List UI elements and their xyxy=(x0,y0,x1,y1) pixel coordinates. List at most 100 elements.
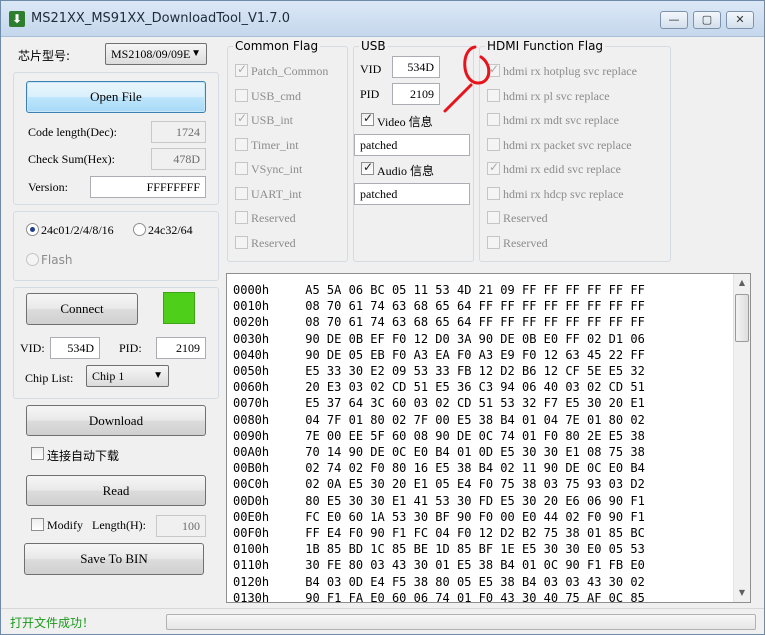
hex-row: 0000h A5 5A 06 BC 05 11 53 4D 21 09 FF F… xyxy=(233,283,645,297)
hex-row: 0100h 1B 85 BD 1C 85 BE 1D 85 BF 1E E5 3… xyxy=(233,542,645,557)
red-annotation-arrow xyxy=(443,45,491,113)
common-flag-label-5: UART_int xyxy=(251,186,302,201)
chip-model-select[interactable]: MS2108/09/09E ▼ xyxy=(105,43,207,65)
audio-info-label: Audio 信息 xyxy=(377,164,435,178)
hdmi-flag-label-4: hdmi rx edid svc replace xyxy=(503,162,621,176)
common-flag-label-0: Patch_Common xyxy=(251,64,329,78)
radio-24c32-label: 24c32/64 xyxy=(148,223,193,237)
checksum-field[interactable]: 478D xyxy=(151,148,206,170)
hex-row: 00E0h FC E0 60 1A 53 30 BF 90 F0 00 E0 4… xyxy=(233,509,645,524)
vertical-scrollbar[interactable]: ▲ ▼ xyxy=(733,274,750,602)
hdmi-flag-checkbox-7[interactable] xyxy=(487,235,500,249)
open-file-button[interactable]: Open File xyxy=(26,81,206,113)
chip-list-select[interactable]: Chip 1 ▼ xyxy=(86,365,169,387)
storage-type-group xyxy=(13,211,219,281)
hdmi-flag-checkbox-6[interactable] xyxy=(487,211,500,224)
video-info-checkbox[interactable] xyxy=(361,111,374,126)
vid-field[interactable]: 534D xyxy=(50,337,100,359)
version-field[interactable]: FFFFFFFF xyxy=(90,176,206,198)
common-flag-label-2: USB_int xyxy=(251,113,294,127)
hdmi-flag-label-0: hdmi rx hotplug svc replace xyxy=(503,64,637,78)
usb-title: USB xyxy=(359,39,388,53)
radio-flash-label: Flash xyxy=(41,253,73,267)
hex-row: 0130h 90 F1 FA E0 60 06 74 01 F0 43 30 4… xyxy=(233,590,645,603)
modify-label: Modify xyxy=(47,518,83,532)
version-label: Version: xyxy=(28,180,68,194)
usb-pid-label: PID xyxy=(360,87,380,101)
scroll-down-icon[interactable]: ▼ xyxy=(736,586,748,600)
hex-row: 00B0h 02 74 02 F0 80 16 E5 38 B4 02 11 9… xyxy=(233,461,645,476)
auto-download-label: 连接自动下载 xyxy=(47,449,120,463)
hdmi-flag-label-1: hdmi rx pl svc replace xyxy=(503,88,610,103)
hex-row: 0080h 04 7F 01 80 02 7F 00 E5 38 B4 01 0… xyxy=(233,412,645,427)
status-bar: 打开文件成功！ xyxy=(1,608,764,634)
auto-download-checkbox[interactable] xyxy=(31,447,44,460)
audio-info-checkbox[interactable] xyxy=(361,160,374,175)
save-to-bin-button[interactable]: Save To BIN xyxy=(24,543,204,575)
maximize-button[interactable]: ▢ xyxy=(693,11,721,29)
common-flag-title: Common Flag xyxy=(233,39,321,53)
hex-row: 0060h 20 E3 03 02 CD 51 E5 36 C3 94 06 4… xyxy=(233,380,645,395)
code-length-field[interactable]: 1724 xyxy=(151,121,206,143)
common-flag-label-1: USB_cmd xyxy=(251,88,302,103)
radio-24c32[interactable] xyxy=(133,223,146,236)
hdmi-flag-label-6: Reserved xyxy=(503,211,548,225)
pid-field[interactable]: 2109 xyxy=(156,337,206,359)
connect-button[interactable]: Connect xyxy=(26,293,138,325)
common-flag-checkbox-5[interactable] xyxy=(235,186,248,200)
common-flag-label-4: VSync_int xyxy=(251,162,303,176)
vid-label: VID: xyxy=(20,341,45,355)
hex-data-view[interactable]: 0000h A5 5A 06 BC 05 11 53 4D 21 09 FF F… xyxy=(226,273,751,603)
chevron-down-icon: ▼ xyxy=(153,370,163,381)
download-button[interactable]: Download xyxy=(26,405,206,436)
hex-row: 0010h 08 70 61 74 63 68 65 64 FF FF FF F… xyxy=(233,299,645,314)
hex-row: 0120h B4 03 0D E4 F5 38 80 05 E5 38 B4 0… xyxy=(233,574,645,589)
chip-model-label: 芯片型号: xyxy=(18,49,71,63)
common-flag-checkbox-4[interactable] xyxy=(235,162,248,175)
close-button[interactable]: ✕ xyxy=(726,11,754,29)
hex-row: 0070h E5 37 64 3C 60 03 02 CD 51 53 32 F… xyxy=(233,396,645,411)
hdmi-flag-label-2: hdmi rx mdt svc replace xyxy=(503,113,619,127)
hdmi-flag-checkbox-3[interactable] xyxy=(487,137,500,151)
length-label: Length(H): xyxy=(92,518,146,532)
hex-row: 00A0h 70 14 90 DE 0C E0 B4 01 0D E5 30 3… xyxy=(233,445,645,459)
hex-row: 0020h 08 70 61 74 63 68 65 64 FF FF FF F… xyxy=(233,315,645,330)
connection-status-indicator xyxy=(163,292,195,324)
app-download-icon: ⬇ xyxy=(9,11,25,27)
scroll-thumb[interactable] xyxy=(735,294,749,342)
hex-row: 0090h 7E 00 EE 5F 60 08 90 DE 0C 74 01 F… xyxy=(233,428,645,443)
common-flag-label-3: Timer_int xyxy=(251,137,299,152)
code-length-label: Code length(Dec): xyxy=(28,125,117,139)
audio-info-field[interactable]: patched xyxy=(354,183,470,205)
minimize-button[interactable]: — xyxy=(660,11,688,29)
hex-row: 0050h E5 33 30 E2 09 53 33 FB 12 D2 B6 1… xyxy=(233,364,645,378)
chip-list-label: Chip List: xyxy=(25,371,74,385)
common-flag-checkbox-2[interactable] xyxy=(235,111,248,126)
hex-row: 0040h 90 DE 05 EB F0 A3 EA F0 A3 E9 F0 1… xyxy=(233,347,645,362)
chip-list-value: Chip 1 xyxy=(92,369,125,383)
status-text: 打开文件成功！ xyxy=(10,616,95,630)
hex-row: 0110h 30 FE 80 03 43 30 01 E5 38 B4 01 0… xyxy=(233,558,645,573)
radio-24c01[interactable] xyxy=(26,223,39,236)
title-bar[interactable]: ⬇ MS21XX_MS91XX_DownloadTool_V1.7.0 — ▢ … xyxy=(1,1,764,37)
video-info-label: Video 信息 xyxy=(377,115,433,129)
length-field[interactable]: 100 xyxy=(156,515,206,537)
hdmi-flag-checkbox-5[interactable] xyxy=(487,186,500,200)
hdmi-flag-checkbox-4[interactable] xyxy=(487,160,500,175)
common-flag-checkbox-0[interactable] xyxy=(235,62,248,77)
common-flag-checkbox-3[interactable] xyxy=(235,137,248,151)
modify-checkbox[interactable] xyxy=(31,518,44,531)
radio-flash[interactable] xyxy=(26,253,39,266)
chevron-down-icon: ▼ xyxy=(191,48,201,59)
read-button[interactable]: Read xyxy=(26,475,206,506)
hex-row: 00C0h 02 0A E5 30 20 E1 05 E4 F0 75 38 0… xyxy=(233,477,645,492)
checksum-label: Check Sum(Hex): xyxy=(28,152,115,166)
progress-bar xyxy=(166,614,756,630)
common-flag-checkbox-7[interactable] xyxy=(235,235,248,249)
common-flag-checkbox-6[interactable] xyxy=(235,211,248,224)
common-flag-checkbox-1[interactable] xyxy=(235,88,248,102)
scroll-up-icon[interactable]: ▲ xyxy=(736,276,748,290)
window-title: MS21XX_MS91XX_DownloadTool_V1.7.0 xyxy=(31,11,290,26)
video-info-field[interactable]: patched xyxy=(354,134,470,156)
usb-vid-label: VID xyxy=(360,62,382,76)
